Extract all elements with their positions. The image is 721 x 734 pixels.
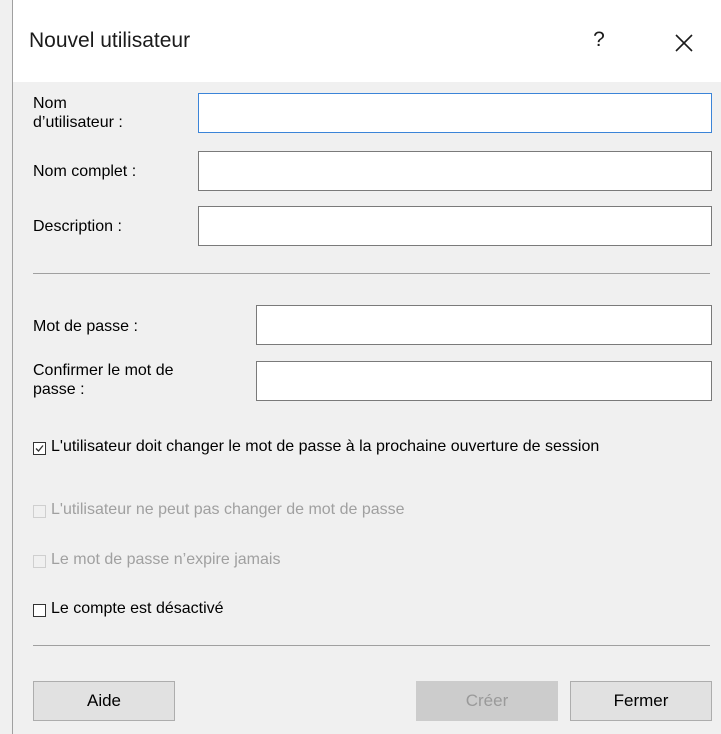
title-bar: Nouvel utilisateur ? [13,0,721,82]
separator-top [33,273,710,274]
close-icon[interactable] [669,28,699,58]
dialog-title: Nouvel utilisateur [29,29,191,52]
never-expires-checkbox[interactable] [33,555,46,568]
fullname-input[interactable] [198,151,712,191]
confirm-password-label: Confirmer le mot de passe : [33,362,174,398]
separator-bottom [33,645,710,646]
fullname-label: Nom complet : [33,163,137,180]
option-label: L'utilisateur doit changer le mot de pas… [51,438,600,455]
close-button[interactable]: Fermer [570,681,712,721]
description-label: Description : [33,218,122,235]
username-input[interactable] [198,93,712,133]
password-input[interactable] [256,305,712,345]
description-input[interactable] [198,206,712,246]
checkmark-icon [35,445,44,452]
username-label: Nom d’utilisateur : [33,95,123,131]
option-cannot-change-password[interactable]: L'utilisateur ne peut pas changer de mot… [33,499,405,521]
option-account-disabled[interactable]: Le compte est désactivé [33,598,224,620]
must-change-checkbox[interactable] [33,442,46,455]
help-button[interactable]: Aide [33,681,175,721]
option-password-never-expires[interactable]: Le mot de passe n’expire jamais [33,549,280,571]
option-must-change-password[interactable]: L'utilisateur doit changer le mot de pas… [33,436,693,458]
account-disabled-checkbox[interactable] [33,604,46,617]
cannot-change-checkbox[interactable] [33,505,46,518]
option-label: Le mot de passe n’expire jamais [51,551,281,568]
confirm-password-input[interactable] [256,361,712,401]
help-title-button[interactable]: ? [585,24,613,56]
new-user-dialog: Nouvel utilisateur ? Nom d’utilisateur :… [12,0,721,734]
create-button[interactable]: Créer [416,681,558,721]
option-label: Le compte est désactivé [51,600,224,617]
password-label: Mot de passe : [33,318,138,335]
option-label: L'utilisateur ne peut pas changer de mot… [51,501,405,518]
